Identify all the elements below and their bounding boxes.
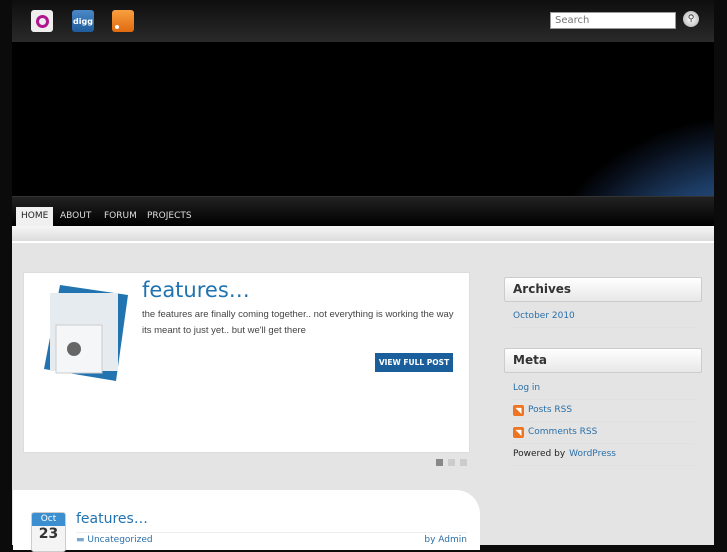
post-day: 23 [38,526,59,542]
post-author[interactable]: by Admin [424,535,467,545]
post-date: Oct 23 [31,512,66,552]
posts-rss-label[interactable]: Posts RSS [528,405,572,415]
login-label[interactable]: Log in [513,383,540,393]
login-link[interactable]: Log in [513,378,694,400]
slider-dot[interactable] [460,459,467,466]
powered-by-label: Powered by [513,449,566,459]
top-bar: digg ⚲ [12,0,714,42]
posts-rss-link[interactable]: ◥ Posts RSS [513,400,694,422]
rss-icon: ◥ [513,427,524,438]
slider-dot[interactable] [448,459,455,466]
featured-slider: features… the features are finally comin… [23,272,470,453]
openid-icon[interactable] [31,10,53,32]
post-title[interactable]: features… [76,511,148,527]
archive-link[interactable]: October 2010 [513,306,694,328]
digg-icon[interactable]: digg [72,10,94,32]
main-nav: HOME ABOUT FORUM PROJECTS [12,196,714,227]
comments-rss-link[interactable]: ◥ Comments RSS [513,422,694,444]
header-banner [12,42,714,196]
folder-icon: ▬ [76,535,85,545]
nav-about[interactable]: ABOUT [55,207,96,227]
featured-thumbnail [44,285,128,381]
wordpress-link[interactable]: WordPress [569,449,616,459]
rss-icon: ◥ [513,405,524,416]
category-link[interactable]: Uncategorized [87,535,152,545]
archives-heading: Archives [504,277,702,302]
page: digg ⚲ HOME ABOUT FORUM PROJECTS feature… [12,0,714,552]
post-category[interactable]: ▬ Uncategorized [76,535,153,545]
search-input[interactable] [550,12,676,29]
post-entry: Oct 23 features… ▬ Uncategorized by Admin [13,490,480,552]
meta-heading: Meta [504,348,702,373]
view-full-post-button[interactable]: VIEW FULL POST [375,353,453,372]
featured-excerpt: the features are finally coming together… [142,309,454,336]
post-month: Oct [32,513,65,526]
featured-title[interactable]: features… [142,278,250,302]
archive-link-label[interactable]: October 2010 [513,311,575,321]
divider [76,532,467,533]
nav-forum[interactable]: FORUM [99,207,142,227]
nav-home[interactable]: HOME [16,207,54,227]
rss-icon[interactable] [112,10,134,32]
comments-rss-label[interactable]: Comments RSS [528,427,597,437]
sub-strip [12,226,714,243]
powered-by: Powered by WordPress [513,444,694,466]
slider-dot[interactable] [436,459,443,466]
nav-projects[interactable]: PROJECTS [142,207,197,227]
search-button[interactable]: ⚲ [683,11,699,27]
